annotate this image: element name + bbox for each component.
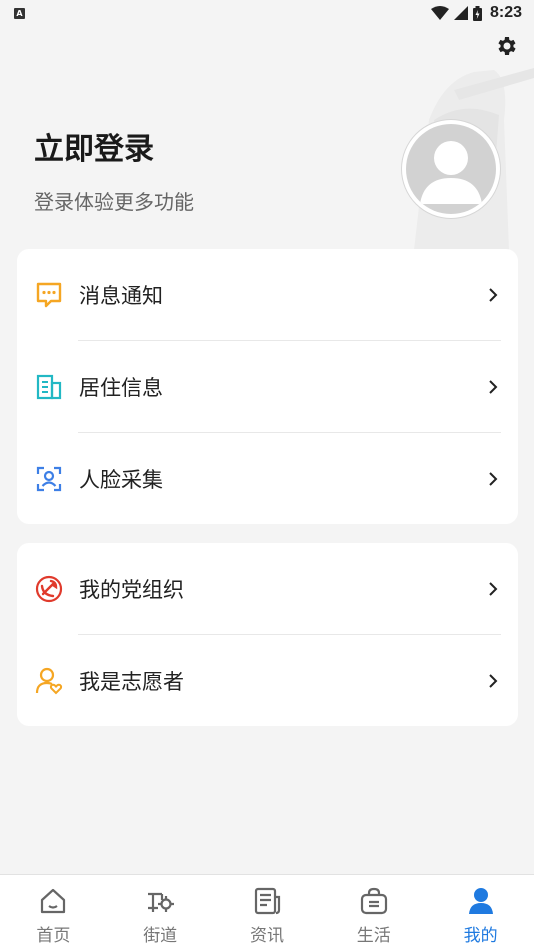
- notification-badge: A: [14, 7, 25, 19]
- street-icon: [143, 884, 177, 918]
- clock: 8:23: [489, 4, 522, 21]
- tab-label: 我的: [463, 926, 498, 946]
- face-scan-icon: [34, 464, 64, 494]
- building-icon: [34, 372, 64, 402]
- tab-street[interactable]: 街道: [107, 875, 214, 950]
- chevron-right-icon: [489, 674, 498, 688]
- menu-item-label: 我的党组织: [79, 578, 184, 602]
- wifi-icon: [430, 6, 449, 20]
- tab-label: 生活: [356, 926, 391, 946]
- gear-icon: [498, 37, 516, 55]
- menu-item-messages[interactable]: 消息通知: [17, 249, 518, 341]
- news-icon: [250, 884, 284, 918]
- tab-news[interactable]: 资讯: [214, 875, 321, 950]
- chevron-right-icon: [489, 288, 498, 302]
- tab-label: 资讯: [249, 926, 284, 946]
- default-avatar-icon: [420, 141, 482, 204]
- status-bar: A 8:23: [0, 0, 534, 26]
- settings-button[interactable]: [494, 33, 520, 59]
- menu-item-label: 消息通知: [79, 284, 163, 308]
- tab-home[interactable]: 首页: [0, 875, 107, 950]
- tab-life[interactable]: 生活: [320, 875, 427, 950]
- life-bag-icon: [357, 884, 391, 918]
- menu-item-party-organization[interactable]: 我的党组织: [17, 543, 518, 635]
- menu-item-label: 居住信息: [79, 376, 163, 400]
- message-icon: [34, 280, 64, 310]
- battery-icon: [472, 5, 482, 21]
- tab-mine[interactable]: 我的: [427, 875, 534, 950]
- login-subtitle: 登录体验更多功能: [34, 190, 194, 214]
- bottom-tab-bar: 首页 街道 资讯 生活 我的: [0, 874, 534, 950]
- user-icon: [464, 884, 498, 918]
- tab-label: 街道: [143, 926, 178, 946]
- menu-item-label: 人脸采集: [79, 468, 163, 492]
- party-emblem-icon: [34, 574, 64, 604]
- chevron-right-icon: [489, 472, 498, 486]
- menu-item-face-capture[interactable]: 人脸采集: [17, 433, 518, 525]
- avatar[interactable]: [402, 120, 500, 218]
- menu-item-volunteer[interactable]: 我是志愿者: [17, 635, 518, 727]
- menu-item-residence[interactable]: 居住信息: [17, 341, 518, 433]
- volunteer-icon: [34, 666, 64, 696]
- tab-label: 首页: [36, 926, 71, 946]
- menu-item-label: 我是志愿者: [79, 670, 184, 694]
- menu-card-secondary: 我的党组织 我是志愿者: [17, 543, 518, 726]
- chevron-right-icon: [489, 380, 498, 394]
- chevron-right-icon: [489, 582, 498, 596]
- login-title[interactable]: 立即登录: [34, 124, 154, 168]
- signal-icon: [453, 6, 468, 20]
- home-icon: [36, 884, 70, 918]
- menu-card-primary: 消息通知 居住信息 人脸采集: [17, 249, 518, 524]
